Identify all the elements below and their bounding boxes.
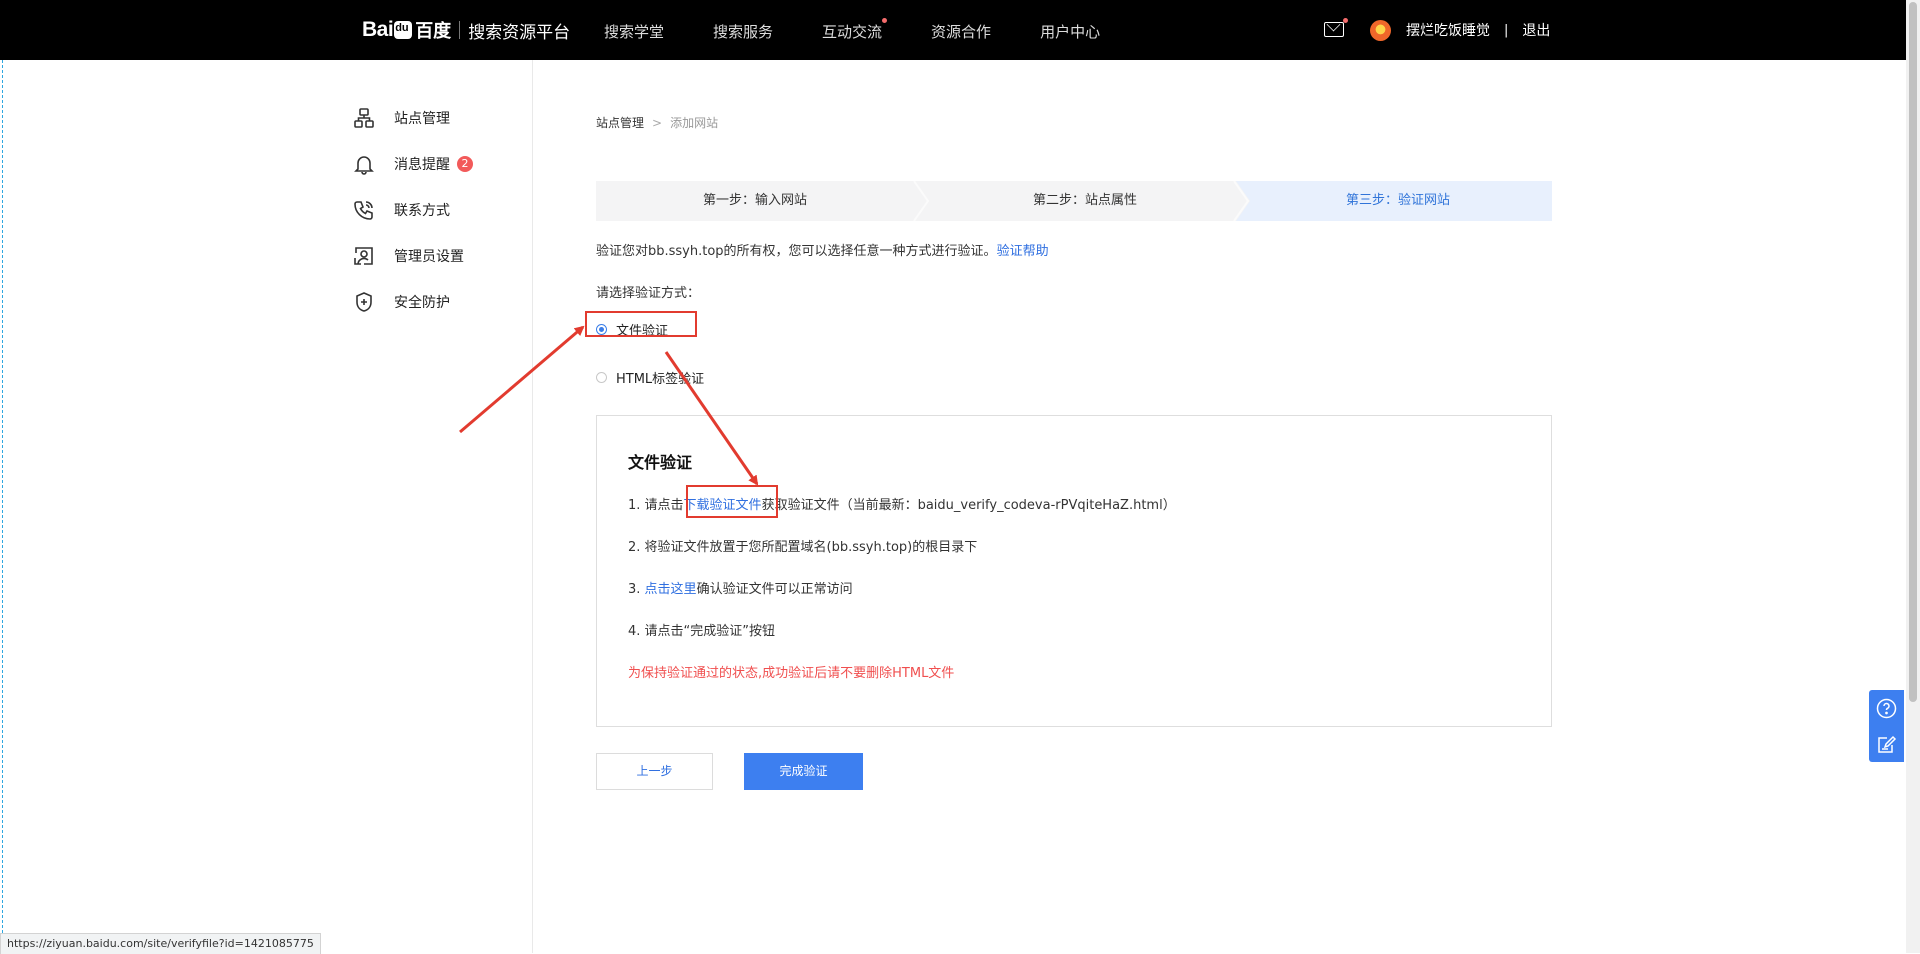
scrollbar-thumb[interactable] [1909,2,1917,702]
vertical-scrollbar[interactable] [1906,0,1920,953]
annotation-arrows [459,325,759,486]
help-icon[interactable] [1876,698,1897,719]
status-bar-url: https://ziyuan.baidu.com/site/verifyfile… [0,933,321,954]
floating-toolbar [1869,690,1904,762]
feedback-icon[interactable] [1876,734,1897,755]
